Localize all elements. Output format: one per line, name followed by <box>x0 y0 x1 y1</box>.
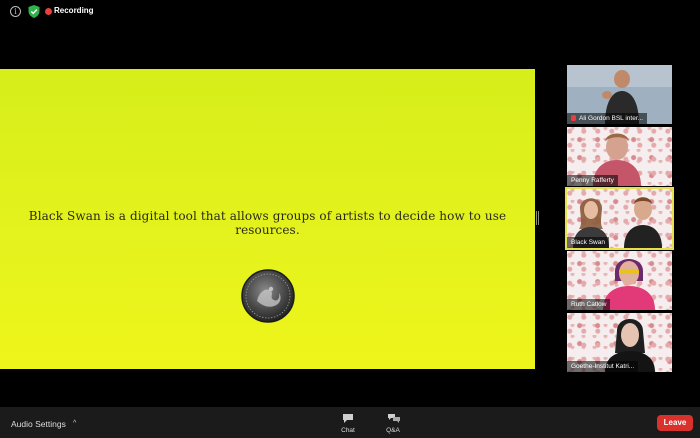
video-tile-penny-rafferty[interactable]: Penny Rafferty <box>567 127 672 186</box>
video-tile-ruth-catlow[interactable]: Ruth Catlow <box>567 251 672 310</box>
black-swan-coin-icon <box>241 269 295 323</box>
qa-label: Q&A <box>386 427 400 434</box>
participant-name: Black Swan <box>567 237 609 248</box>
participant-name: Penny Rafferty <box>567 175 618 186</box>
video-tile-black-swan[interactable]: Black Swan <box>565 187 674 250</box>
audio-settings-button[interactable]: Audio Settings <box>11 419 66 429</box>
slide-text: Black Swan is a digital tool that allows… <box>28 209 507 237</box>
shared-screen: Black Swan is a digital tool that allows… <box>0 69 535 369</box>
recording-dot-icon <box>45 8 52 15</box>
split-resize-handle[interactable] <box>536 211 539 225</box>
chat-label: Chat <box>341 427 355 434</box>
chat-icon <box>343 414 353 423</box>
qa-button[interactable]: Q&A <box>376 411 410 437</box>
bottom-toolbar: Audio Settings ^ Chat Q&A <box>0 407 700 438</box>
participant-name: Goethe-Institut Katri... <box>567 361 639 372</box>
leave-button[interactable]: Leave <box>657 415 693 431</box>
mic-muted-icon <box>571 115 576 121</box>
participant-name: Ruth Catlow <box>567 299 611 310</box>
video-tile-ali-gordon[interactable]: Ali Gordon BSL inter... <box>567 65 672 124</box>
info-icon[interactable]: i <box>10 6 21 17</box>
chevron-up-icon[interactable]: ^ <box>73 420 76 427</box>
chat-button[interactable]: Chat <box>331 411 365 437</box>
qa-icon <box>388 414 400 423</box>
participant-name: Ali Gordon BSL inter... <box>567 113 648 124</box>
shield-icon[interactable] <box>28 5 40 18</box>
top-status-bar: i Recording <box>0 0 700 24</box>
video-tile-goethe-institut[interactable]: Goethe-Institut Katri... <box>567 313 672 372</box>
recording-label: Recording <box>54 6 94 15</box>
